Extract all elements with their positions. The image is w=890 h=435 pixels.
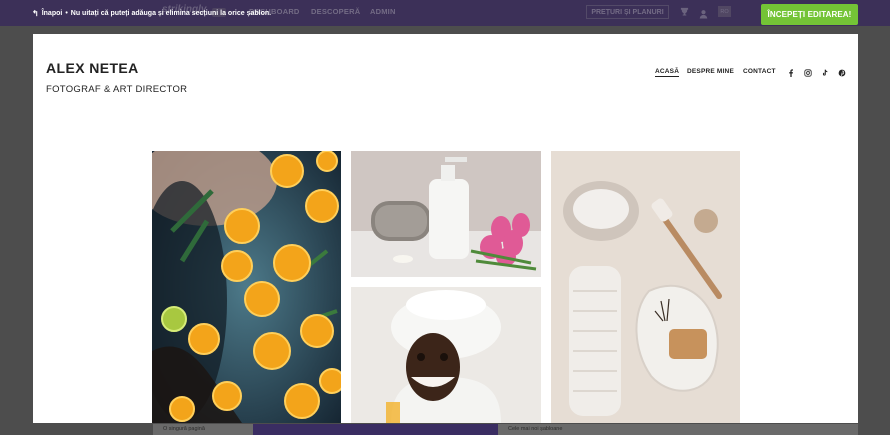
site-nav-about[interactable]: DESPRE MINE <box>687 68 734 75</box>
background-page-strip: O singură pagină Cele mai noi șabloane <box>153 424 858 435</box>
site-nav-contact[interactable]: CONTACT <box>743 68 776 75</box>
nav-discover[interactable]: DESCOPERĂ <box>311 7 360 16</box>
back-arrow-icon: ↰ <box>32 9 39 18</box>
separator: • <box>65 10 68 17</box>
photo-orange-bath[interactable] <box>152 151 341 423</box>
template-preview: ALEX NETEA FOTOGRAF & ART DIRECTOR ACASĂ… <box>33 34 858 423</box>
tiktok-icon[interactable] <box>821 69 829 77</box>
site-title: ALEX NETEA <box>46 60 139 76</box>
app-topbar: strikingly DASHBOARD DESCOPERĂ ADMIN PRE… <box>0 0 890 26</box>
nav-admin[interactable]: ADMIN <box>370 7 396 16</box>
photo-spa-flatlay[interactable] <box>551 151 740 423</box>
photo-towel-bottle-flowers[interactable] <box>351 151 541 277</box>
language-selector[interactable]: RO <box>718 6 731 17</box>
trophy-icon[interactable] <box>680 7 689 16</box>
instagram-icon[interactable] <box>804 69 812 77</box>
pricing-button[interactable]: PREȚURI ȘI PLANURI <box>586 5 669 19</box>
background-text-left: O singură pagină <box>163 426 205 432</box>
background-banner <box>253 424 498 435</box>
template-tip: Nu uitați că puteți adăuga și elimina se… <box>70 10 272 17</box>
start-editing-button[interactable]: ÎNCEPEȚI EDITAREA! <box>761 4 858 25</box>
facebook-icon[interactable] <box>787 69 795 77</box>
background-text-right: Cele mai noi șabloane <box>508 426 563 432</box>
site-nav-home[interactable]: ACASĂ <box>655 68 680 77</box>
pinterest-icon[interactable] <box>838 69 846 77</box>
photo-face-mask[interactable] <box>351 287 541 423</box>
back-label: Înapoi <box>41 10 63 17</box>
site-subtitle: FOTOGRAF & ART DIRECTOR <box>46 84 188 95</box>
user-icon[interactable] <box>699 6 708 19</box>
back-link[interactable]: ↰ Înapoi • Nu uitați că puteți adăuga și… <box>32 9 271 18</box>
